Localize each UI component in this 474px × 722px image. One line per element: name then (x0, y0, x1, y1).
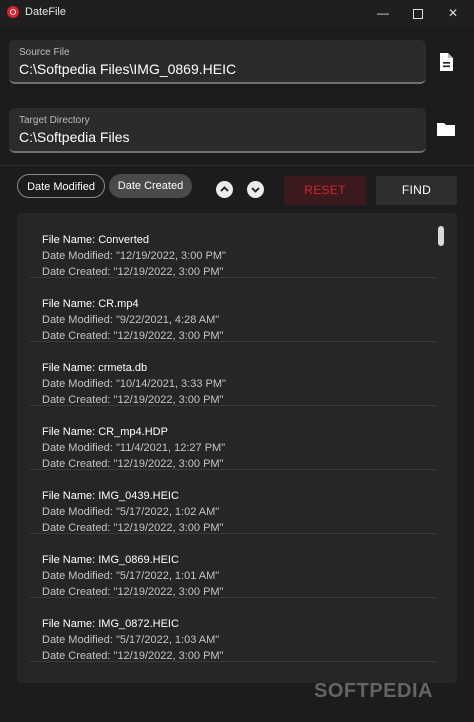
file-name: File Name: Converted (42, 234, 149, 246)
watermark: SOFTPEDIA (314, 680, 433, 702)
date-modified: Date Modified: "11/4/2021, 12:27 PM" (42, 442, 226, 454)
section-divider (0, 165, 474, 166)
chevron-up-icon (220, 186, 229, 192)
file-icon[interactable] (436, 52, 456, 72)
minimize-button[interactable]: — (368, 3, 398, 23)
close-button[interactable]: ✕ (438, 3, 468, 23)
list-item[interactable]: File Name: CR.mp4 Date Modified: "9/22/2… (30, 277, 437, 342)
list-item[interactable]: File Name: crmeta.db Date Modified: "10/… (30, 341, 437, 406)
sort-date-created-chip[interactable]: Date Created (109, 174, 192, 198)
file-name: File Name: IMG_0439.HEIC (42, 490, 179, 502)
source-file-input[interactable]: C:\Softpedia Files\IMG_0869.HEIC (19, 61, 236, 77)
list-item[interactable]: File Name: CR_mp4.HDP Date Modified: "11… (30, 405, 437, 470)
list-item[interactable]: File Name: Converted Date Modified: "12/… (30, 213, 437, 278)
title-bar: DateFile — ✕ (0, 0, 474, 26)
list-item[interactable]: File Name: IMG_0872.HEIC Date Modified: … (30, 597, 437, 662)
sort-descending-button[interactable] (247, 181, 264, 198)
target-directory-label: Target Directory (19, 115, 90, 126)
sort-date-modified-chip[interactable]: Date Modified (17, 174, 105, 198)
file-name: File Name: IMG_0872.HEIC (42, 618, 179, 630)
app-logo-icon (7, 6, 19, 18)
file-name: File Name: CR_mp4.HDP (42, 426, 168, 438)
date-modified: Date Modified: "5/17/2022, 1:01 AM" (42, 570, 220, 582)
maximize-icon (413, 8, 423, 19)
source-file-label: Source File (19, 47, 70, 58)
date-modified: Date Modified: "5/17/2022, 1:02 AM" (42, 506, 220, 518)
date-created: Date Created: "12/19/2022, 3:00 PM" (42, 650, 224, 662)
scrollbar-thumb[interactable] (438, 226, 444, 246)
date-modified: Date Modified: "10/14/2021, 3:33 PM" (42, 378, 226, 390)
file-name: File Name: CR.mp4 (42, 298, 139, 310)
file-list[interactable]: File Name: Converted Date Modified: "12/… (17, 213, 457, 683)
file-name: File Name: crmeta.db (42, 362, 148, 374)
target-directory-input[interactable]: C:\Softpedia Files (19, 129, 130, 145)
date-modified: Date Modified: "12/19/2022, 3:00 PM" (42, 250, 226, 262)
sort-ascending-button[interactable] (216, 181, 233, 198)
date-modified: Date Modified: "9/22/2021, 4:28 AM" (42, 314, 220, 326)
date-modified: Date Modified: "5/17/2022, 1:03 AM" (42, 634, 220, 646)
maximize-button[interactable] (403, 3, 433, 23)
list-item[interactable]: File Name: IMG_0439.HEIC Date Modified: … (30, 469, 437, 534)
window-title: DateFile (25, 6, 66, 18)
chevron-down-icon (251, 187, 260, 193)
list-item[interactable]: File Name: IMG_0869.HEIC Date Modified: … (30, 533, 437, 598)
find-button[interactable]: FIND (376, 176, 457, 205)
reset-button[interactable]: RESET (284, 176, 366, 205)
source-file-field[interactable]: Source File C:\Softpedia Files\IMG_0869.… (9, 40, 426, 84)
folder-icon[interactable] (436, 119, 456, 139)
target-directory-field[interactable]: Target Directory C:\Softpedia Files (9, 108, 426, 153)
file-name: File Name: IMG_0869.HEIC (42, 554, 179, 566)
